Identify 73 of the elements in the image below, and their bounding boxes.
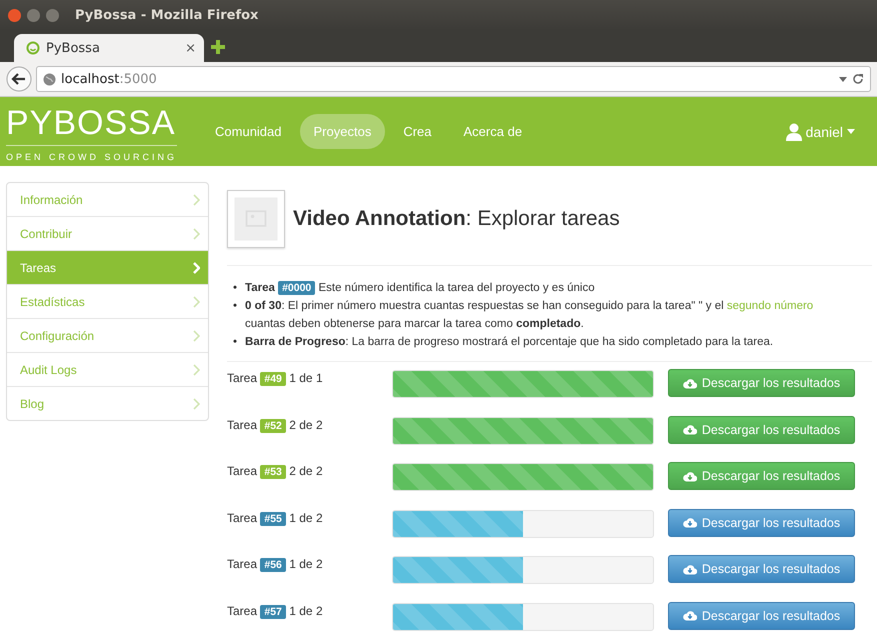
cloud-download-icon xyxy=(682,378,697,388)
answer-count: 2 de 2 xyxy=(289,464,323,478)
answer-count: 1 de 2 xyxy=(289,510,323,524)
sidebar-item[interactable]: Blog xyxy=(7,386,208,420)
download-button[interactable]: Descargar los resultados xyxy=(668,602,855,630)
chevron-icon xyxy=(193,228,200,240)
legend-item: 0 of 30: El primer número muestra cuantas respuestas se han conseguido para la tarea" " y el segundo número cuantas deben obtenerse para marcar la tarea como completado. xyxy=(245,299,814,332)
sidebar-item[interactable]: Configuración xyxy=(7,318,208,352)
task-label: Tarea xyxy=(227,418,258,432)
chevron-icon xyxy=(193,194,200,206)
bullet: • xyxy=(233,335,238,350)
task-id-badge: #49 xyxy=(260,372,286,386)
task-label: Tarea xyxy=(227,510,258,524)
task-label: Tarea xyxy=(227,604,258,618)
sidebar-item[interactable]: Tareas xyxy=(7,250,208,284)
task-id-badge: #53 xyxy=(260,465,286,479)
cloud-download-icon xyxy=(682,470,697,482)
bullet: • xyxy=(233,281,238,296)
dropdown-icon[interactable] xyxy=(839,76,847,82)
tagline: OPEN CROWD SOURCING xyxy=(6,152,178,162)
chevron-icon xyxy=(193,398,200,410)
sidebar-item[interactable]: Estadísticas xyxy=(7,284,208,318)
legend-item: Tarea #0000 Este número identifica la tarea del proyecto y es único xyxy=(245,280,596,297)
browser-tab[interactable]: PyBossa × xyxy=(14,34,204,62)
task-id-badge: #57 xyxy=(260,604,286,618)
download-button[interactable]: Descargar los resultados xyxy=(668,555,855,583)
nav-link[interactable]: Proyectos xyxy=(300,114,386,149)
legend-item: Barra de Progreso: La barra de progreso mostrará el porcentaje que ha sido completado para la tarea. xyxy=(245,335,774,350)
cloud-download-icon xyxy=(682,424,697,435)
answer-count: 1 de 2 xyxy=(289,604,323,618)
globe-icon xyxy=(43,72,56,86)
answer-count: 1 de 2 xyxy=(289,557,323,571)
answer-count: 2 de 2 xyxy=(289,418,323,432)
download-button[interactable]: Descargar los resultados xyxy=(668,462,855,490)
bullet: • xyxy=(233,299,238,314)
task-id-badge: #55 xyxy=(260,512,286,526)
back-icon[interactable] xyxy=(6,66,32,92)
nav-link[interactable]: Acerca de xyxy=(450,114,536,149)
task-id-badge: #52 xyxy=(260,418,286,432)
task-label: Tarea xyxy=(227,371,258,385)
download-button[interactable]: Descargar los resultados xyxy=(668,369,855,397)
task-label: Tarea xyxy=(227,557,258,571)
download-button[interactable]: Descargar los resultados xyxy=(668,416,855,444)
chevron-icon xyxy=(193,262,200,274)
caret-icon xyxy=(847,129,855,134)
cloud-download-icon xyxy=(682,610,697,621)
page-title: Video Annotation: Explorar tareas xyxy=(293,207,620,231)
close-tab-button[interactable]: × xyxy=(185,40,196,56)
task-id-badge: #56 xyxy=(260,558,286,572)
window-title: PyBossa - Mozilla Firefox xyxy=(75,8,258,22)
logo[interactable]: PYBOSSA xyxy=(6,105,178,146)
answer-count: 1 de 1 xyxy=(289,371,323,385)
task-label: Tarea xyxy=(227,464,258,478)
nav-link[interactable]: Crea xyxy=(389,114,446,149)
cloud-download-icon xyxy=(682,564,697,574)
address-field[interactable]: localhost:5000 xyxy=(36,66,871,92)
reload-icon[interactable] xyxy=(852,73,864,85)
link[interactable]: segundo número xyxy=(726,300,814,312)
sidebar-item[interactable]: Audit Logs xyxy=(7,352,208,386)
image-placeholder-icon xyxy=(227,190,285,248)
chevron-icon xyxy=(193,296,200,308)
nav-link[interactable]: Comunidad xyxy=(201,114,296,149)
user-menu[interactable]: daniel xyxy=(786,122,855,140)
task-id-badge: #0000 xyxy=(278,281,316,295)
sidebar-item[interactable]: Información xyxy=(7,183,208,216)
close-window-icon[interactable] xyxy=(8,8,21,22)
cloud-download-icon xyxy=(682,517,697,528)
download-button[interactable]: Descargar los resultados xyxy=(668,508,855,536)
person-icon xyxy=(786,122,802,140)
chevron-icon xyxy=(193,364,200,376)
chevron-icon xyxy=(193,330,200,342)
smiley-icon xyxy=(26,41,40,55)
new-tab-icon[interactable] xyxy=(210,39,226,55)
